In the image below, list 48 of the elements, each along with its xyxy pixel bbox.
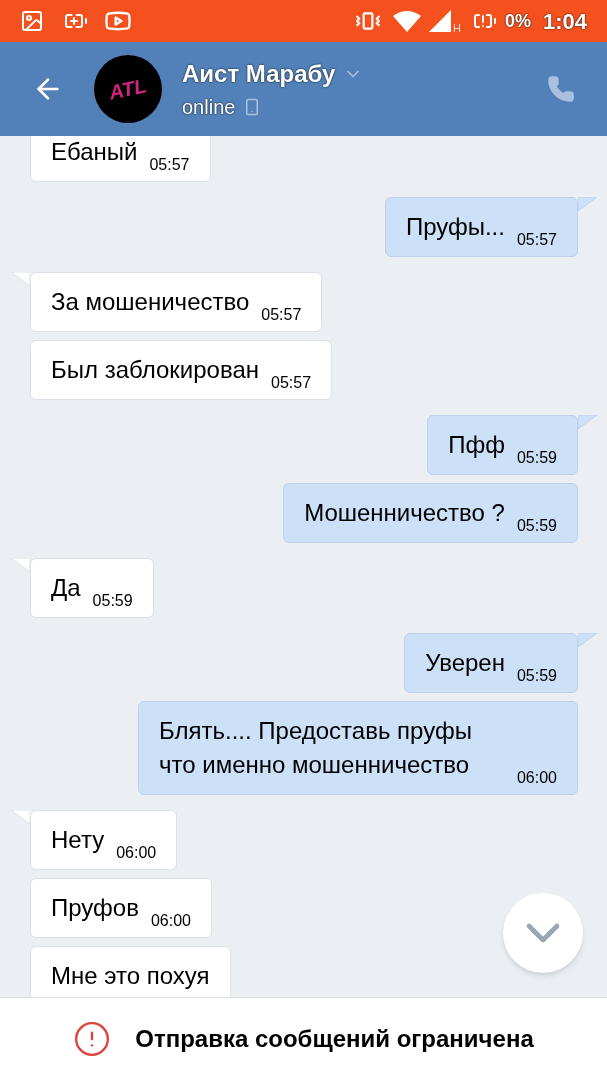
clock: 1:04 bbox=[542, 7, 587, 36]
message-bubble[interactable]: Мне это похуя bbox=[30, 946, 231, 997]
message-time: 05:59 bbox=[92, 591, 133, 611]
message-text: Уверен bbox=[425, 648, 505, 678]
message-bubble[interactable]: Уверен 05:59 bbox=[404, 633, 578, 693]
message-bubble[interactable]: Пфф 05:59 bbox=[427, 415, 578, 475]
message-bubble[interactable]: Мошенничество ? 05:59 bbox=[283, 483, 578, 543]
message-text: За мошеничество bbox=[51, 287, 250, 317]
message-text: Да bbox=[51, 573, 81, 603]
message-time: 05:59 bbox=[516, 448, 557, 468]
message-time: 06:00 bbox=[116, 843, 157, 863]
contact-status: online bbox=[182, 95, 236, 120]
message-bubble[interactable]: Был заблокирован 05:57 bbox=[30, 340, 333, 400]
message-time: 05:59 bbox=[516, 516, 557, 536]
message-time: 05:57 bbox=[261, 305, 302, 325]
message-bubble[interactable]: Да 05:59 bbox=[30, 558, 154, 618]
message-bubble[interactable]: Ебаный 05:57 bbox=[30, 136, 211, 182]
network-type: H bbox=[453, 20, 461, 36]
message-text: Мошенничество ? bbox=[304, 498, 505, 528]
message-time: 06:00 bbox=[516, 768, 557, 788]
message-text: Пруфов bbox=[51, 893, 139, 923]
message-text: Был заблокирован bbox=[51, 355, 259, 385]
message-time: 05:57 bbox=[149, 155, 190, 175]
message-time: 05:57 bbox=[516, 230, 557, 250]
message-bubble[interactable]: Пруфы... 05:57 bbox=[384, 197, 578, 257]
image-icon bbox=[20, 9, 44, 33]
message-text: Ебаный bbox=[51, 137, 138, 167]
message-time: 05:57 bbox=[271, 373, 312, 393]
wifi-icon bbox=[393, 10, 421, 32]
notice-text: Отправка сообщений ограничена bbox=[135, 1024, 534, 1054]
phone-icon[interactable] bbox=[547, 75, 575, 103]
message-bubble[interactable]: Пруфов 06:00 bbox=[30, 878, 212, 938]
message-text: Нету bbox=[51, 825, 105, 855]
message-bubble[interactable]: За мошеничество 05:57 bbox=[30, 272, 323, 332]
message-text: Пфф bbox=[448, 430, 505, 460]
contact-name[interactable]: Аист Марабу bbox=[182, 56, 336, 92]
avatar[interactable]: ATL bbox=[94, 55, 162, 123]
message-text: Блять.... Предоставь пруфы что именно мошенничество bbox=[159, 716, 473, 780]
message-text: Мне это похуя bbox=[51, 961, 210, 991]
message-time: 06:00 bbox=[150, 911, 191, 931]
message-text: Пруфы... bbox=[405, 212, 505, 242]
battery-percent: 0% bbox=[504, 9, 531, 33]
signal-icon bbox=[429, 10, 451, 32]
message-bubble[interactable]: Блять.... Предоставь пруфы что именно мошенничество 06:00 bbox=[138, 701, 578, 795]
message-bubble[interactable]: Нету 06:00 bbox=[30, 810, 178, 870]
message-time: 05:59 bbox=[516, 666, 557, 686]
avatar-logo-text: ATL bbox=[106, 73, 150, 106]
alert-icon bbox=[73, 1020, 112, 1058]
